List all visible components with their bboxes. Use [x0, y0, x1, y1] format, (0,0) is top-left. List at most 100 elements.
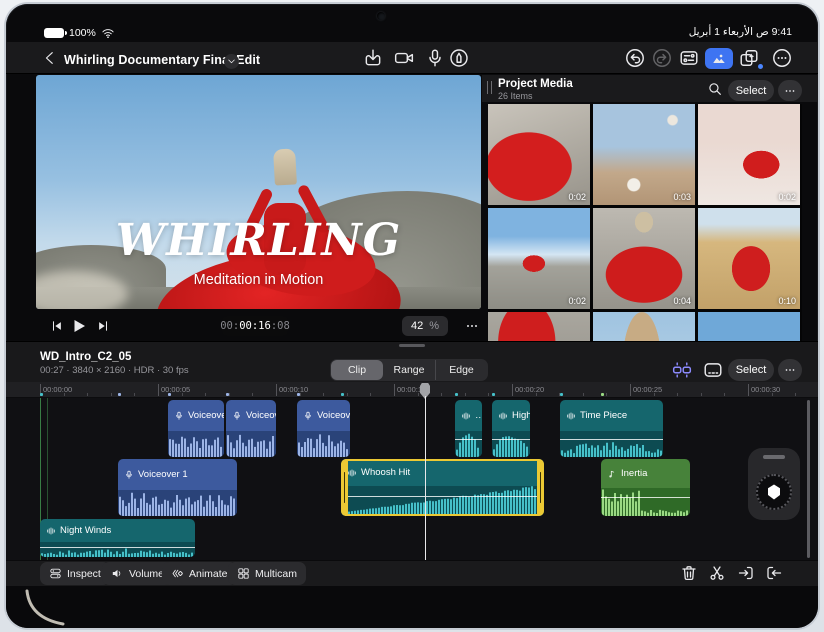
media-thumbnail[interactable]: 0:02 — [488, 208, 590, 309]
trash-icon[interactable] — [680, 564, 698, 582]
timeline-clip-inertia[interactable]: Inertia — [601, 459, 690, 516]
media-thumbnail[interactable] — [698, 312, 800, 344]
blade-icon[interactable] — [708, 564, 726, 582]
media-browser-button[interactable] — [705, 48, 733, 69]
timeline-drag-handle[interactable] — [399, 344, 425, 347]
clip-duration-badge: 0:03 — [673, 192, 691, 202]
timeline-clip-time-piece[interactable]: Time Piece — [560, 400, 663, 457]
multicam-button[interactable]: Multicam — [228, 562, 307, 585]
timeline-clip-night-winds[interactable]: Night Winds — [40, 519, 195, 557]
ruler-tick — [346, 393, 348, 396]
clip-label: Night Winds — [60, 525, 112, 536]
edit-mode-segmented-control: Clip Range Edge — [330, 359, 488, 381]
media-more-button[interactable] — [778, 80, 802, 101]
mic-icon — [174, 411, 184, 421]
button-label: Inspect — [67, 567, 101, 580]
timecode-display[interactable]: 00: 00:16:08 — [220, 316, 290, 336]
insert-icon[interactable] — [737, 564, 755, 582]
jog-dial[interactable] — [756, 474, 792, 510]
ruler-tick — [63, 393, 65, 396]
timeline-clip-whoosh-hit[interactable]: Whoosh Hit — [341, 459, 544, 516]
timeline-ruler[interactable]: 00:00:00 00:00:05 00:00:10 00:00:15 00:00:20… — [6, 382, 818, 398]
timecode-main: 00:16 — [239, 320, 271, 332]
undo-icon[interactable] — [625, 48, 645, 68]
clip-label: … — [475, 410, 482, 421]
clip-duration-badge: 0:02 — [568, 296, 586, 306]
audio-wave-icon — [347, 468, 357, 478]
zoom-value: 42 — [411, 320, 424, 332]
media-thumbnail[interactable]: 0:10 — [698, 208, 800, 309]
viewer-more-icon[interactable] — [464, 318, 480, 334]
mic-icon[interactable] — [425, 48, 445, 68]
segment-range[interactable]: Range — [383, 360, 435, 380]
transport-bar: 00: 00:16:08 42 % — [36, 309, 481, 341]
pencil-icon[interactable] — [449, 48, 469, 68]
media-item-count: 26 Items — [498, 91, 533, 101]
timeline-clip-high-[interactable]: High… — [492, 400, 530, 457]
overwrite-icon[interactable] — [765, 564, 783, 582]
timecode-frames: :08 — [270, 320, 290, 332]
segment-edge[interactable]: Edge — [435, 360, 487, 380]
ruler-tick — [771, 393, 773, 396]
clip-marker-dot — [455, 393, 458, 396]
skip-back-icon[interactable] — [50, 319, 64, 333]
clip-label: Voiceover 2 — [188, 410, 224, 421]
inspect-icon — [49, 567, 62, 580]
media-thumbnail[interactable] — [488, 312, 590, 344]
panel-drag-handle[interactable] — [487, 81, 492, 94]
zoom-level-button[interactable]: 42 % — [402, 316, 449, 336]
video-viewer: WHIRLING Meditation in Motion — [36, 75, 481, 309]
title-menu-button[interactable] — [224, 54, 239, 69]
media-panel-title: Project Media — [498, 78, 573, 90]
effects-icon[interactable] — [739, 48, 759, 68]
segment-clip[interactable]: Clip — [331, 360, 383, 380]
clip-duration-badge: 0:10 — [778, 296, 796, 306]
timeline-scrollbar[interactable] — [807, 400, 810, 558]
media-thumbnail[interactable]: 0:02 — [488, 104, 590, 205]
redo-icon[interactable] — [652, 48, 672, 68]
timeline-clip-voiceover-1[interactable]: Voiceover 1 — [118, 459, 237, 516]
clip-marker-dot — [168, 393, 171, 396]
media-select-button[interactable]: Select — [728, 80, 774, 101]
ruler-tick — [370, 393, 372, 396]
timeline-clip-voiceover-3[interactable]: Voiceover 3 — [297, 400, 350, 457]
more-icon[interactable] — [772, 48, 792, 68]
clip-connection-icon[interactable] — [672, 360, 692, 380]
ruler-tick — [724, 393, 726, 396]
timeline-clip--[interactable]: … — [455, 400, 482, 457]
play-icon[interactable] — [70, 317, 88, 335]
video-subtitle-overlay: Meditation in Motion — [193, 272, 324, 288]
effects-badge-dot — [758, 64, 763, 69]
mic-icon — [232, 411, 242, 421]
trim-handle-left[interactable] — [341, 459, 348, 516]
audio-wave-icon — [498, 411, 508, 421]
ruler-tick — [87, 393, 89, 396]
timeline-clip-voiceover-2[interactable]: Voiceover 2 — [226, 400, 276, 457]
media-thumbnail[interactable]: 0:04 — [593, 208, 695, 309]
clip-marker-dot — [118, 393, 121, 396]
back-icon[interactable] — [42, 50, 58, 66]
inspect-button[interactable]: Inspect — [40, 562, 110, 585]
media-thumbnail[interactable] — [593, 312, 695, 344]
clip-label: High… — [512, 410, 530, 421]
ruler-tick — [488, 393, 490, 396]
ruler-tick — [110, 393, 112, 396]
media-thumbnail[interactable]: 0:02 — [698, 104, 800, 205]
timeline-select-button[interactable]: Select — [728, 359, 774, 381]
audio-wave-icon — [566, 411, 576, 421]
clip-label: Voiceover 1 — [138, 469, 188, 480]
media-thumbnail[interactable]: 0:03 — [593, 104, 695, 205]
animate-button[interactable]: Animate — [162, 562, 237, 585]
audio-wave-icon — [46, 526, 56, 536]
timeline-clip-voiceover-2[interactable]: Voiceover 2 — [168, 400, 224, 457]
import-icon[interactable] — [363, 48, 383, 68]
skip-forward-icon[interactable] — [96, 319, 110, 333]
jog-wheel[interactable] — [748, 448, 800, 520]
timeline-more-button[interactable] — [778, 359, 802, 381]
trim-handle-right[interactable] — [537, 459, 544, 516]
inspector-icon[interactable] — [679, 48, 699, 68]
overlay-view-icon[interactable] — [703, 360, 723, 380]
camera-icon[interactable] — [394, 48, 414, 68]
clip-marker-dot — [560, 393, 563, 396]
search-icon[interactable] — [707, 81, 723, 97]
